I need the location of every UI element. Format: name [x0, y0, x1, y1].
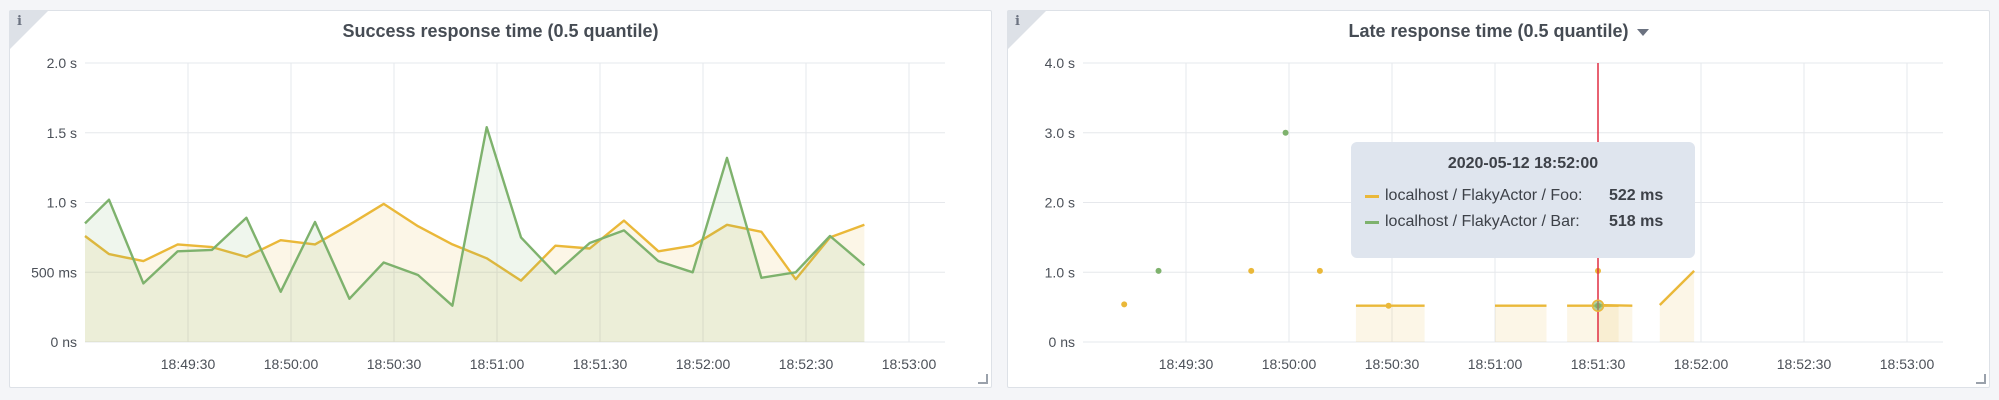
data-point-foo: [1121, 301, 1128, 308]
series-area-bar: [85, 127, 865, 342]
data-point-bar: [1282, 129, 1289, 136]
y-tick-label: 2.0 s: [1045, 195, 1075, 211]
x-tick-label: 18:52:00: [676, 356, 731, 372]
tooltip-time: 2020-05-12 18:52:00: [1447, 155, 1599, 172]
success-response-panel: i Success response time (0.5 quantile) 0…: [9, 10, 992, 388]
y-tick-label: 2.0 s: [47, 55, 77, 71]
tooltip-series-label: localhost / FlakyActor / Bar:: [1385, 213, 1580, 230]
x-tick-label: 18:50:00: [264, 356, 319, 372]
tooltip-series-value: 518 ms: [1609, 213, 1664, 230]
x-tick-label: 18:51:30: [1571, 356, 1626, 372]
x-tick-label: 18:53:00: [882, 356, 937, 372]
bar-swatch: [1365, 220, 1379, 224]
x-tick-label: 18:51:30: [573, 356, 628, 372]
x-tick-label: 18:52:30: [1777, 356, 1832, 372]
x-tick-label: 18:49:30: [1159, 356, 1214, 372]
series-area-foo: [1495, 305, 1547, 342]
y-tick-label: 1.5 s: [47, 125, 77, 141]
data-point-foo: [1385, 302, 1392, 309]
late-response-panel: i Late response time (0.5 quantile) 0 ns…: [1007, 10, 1990, 388]
data-point-bar: [1155, 267, 1162, 274]
tooltip-series-label: localhost / FlakyActor / Foo:: [1385, 187, 1583, 204]
series-area-foo: [1598, 305, 1633, 342]
x-tick-label: 18:52:00: [1674, 356, 1729, 372]
y-tick-label: 3.0 s: [1045, 125, 1075, 141]
hover-tooltip: 2020-05-12 18:52:00 localhost / FlakyAct…: [1351, 142, 1695, 258]
series-area-foo: [1659, 270, 1695, 342]
resize-handle[interactable]: [1976, 374, 1986, 384]
x-tick-label: 18:51:00: [1468, 356, 1523, 372]
y-tick-label: 4.0 s: [1045, 55, 1075, 71]
data-point-foo: [1316, 267, 1323, 274]
y-tick-label: 0 ns: [51, 334, 77, 350]
resize-handle[interactable]: [978, 374, 988, 384]
series-area-foo: [1355, 305, 1425, 342]
tooltip-series-value: 522 ms: [1609, 187, 1664, 204]
y-tick-label: 1.0 s: [47, 195, 77, 211]
x-tick-label: 18:50:30: [1365, 356, 1420, 372]
hover-point: [1591, 299, 1605, 312]
data-point-foo: [1248, 267, 1255, 274]
x-tick-label: 18:53:00: [1880, 356, 1935, 372]
tooltip-row-foo: localhost / FlakyActor / Foo: 522 ms: [1365, 183, 1681, 209]
x-tick-label: 18:49:30: [161, 356, 216, 372]
y-tick-label: 500 ms: [31, 264, 77, 280]
success-response-chart: 0 ns 500 ms 1.0 s 1.5 s 2.0 s 18:49:30 18:50:0…: [31, 55, 945, 372]
tooltip-row-bar: localhost / FlakyActor / Bar: 518 ms: [1365, 209, 1681, 235]
x-tick-label: 18:51:00: [470, 356, 525, 372]
foo-swatch: [1365, 194, 1379, 198]
y-tick-label: 1.0 s: [1045, 264, 1075, 280]
x-tick-label: 18:50:00: [1262, 356, 1317, 372]
y-tick-label: 0 ns: [1049, 334, 1075, 350]
x-tick-label: 18:50:30: [367, 356, 422, 372]
x-tick-label: 18:52:30: [779, 356, 834, 372]
